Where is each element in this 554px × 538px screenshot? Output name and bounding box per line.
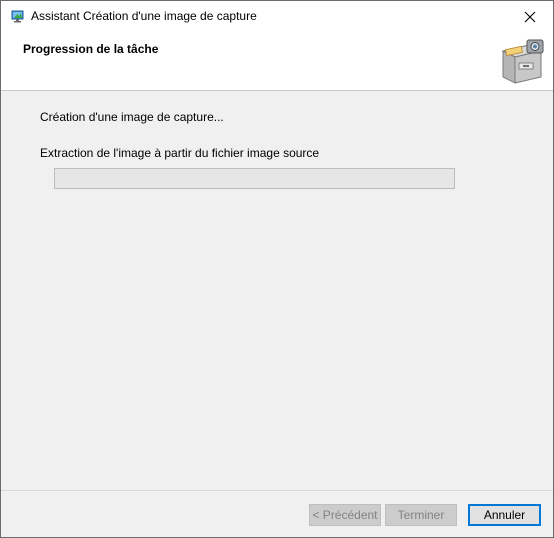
previous-button[interactable]: < Précédent xyxy=(309,504,381,526)
wizard-window: Assistant Création d'une image de captur… xyxy=(0,0,554,538)
page-title: Progression de la tâche xyxy=(23,42,159,56)
close-button[interactable] xyxy=(507,1,553,32)
file-cabinet-icon xyxy=(497,37,547,85)
progress-bar xyxy=(54,168,455,189)
close-icon xyxy=(524,11,536,22)
wizard-header: Progression de la tâche xyxy=(1,32,553,91)
finish-button[interactable]: Terminer xyxy=(385,504,457,526)
title-bar[interactable]: Assistant Création d'une image de captur… xyxy=(1,1,553,32)
step-text: Extraction de l'image à partir du fichie… xyxy=(40,146,320,160)
status-text: Création d'une image de capture... xyxy=(40,110,224,124)
window-title: Assistant Création d'une image de captur… xyxy=(31,9,257,23)
cancel-button[interactable]: Annuler xyxy=(468,504,541,526)
app-icon xyxy=(10,8,26,24)
footer-divider xyxy=(1,490,553,491)
